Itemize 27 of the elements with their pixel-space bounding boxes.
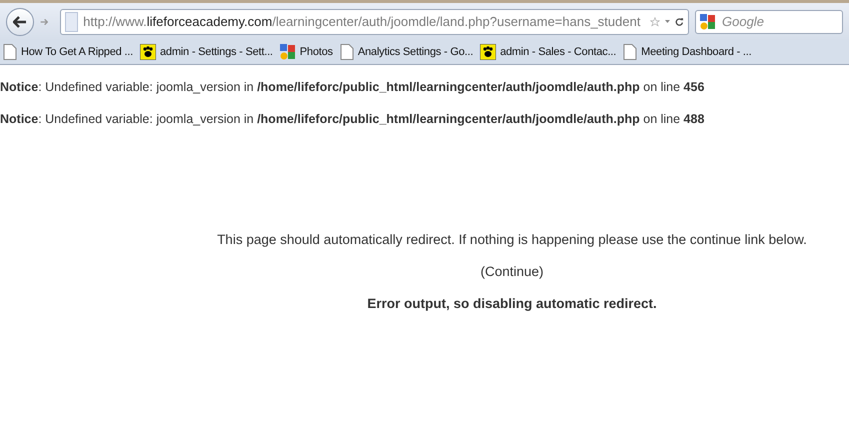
continue-link[interactable]: (Continue) xyxy=(480,264,544,279)
paw-icon xyxy=(480,44,496,60)
url-text: http://www.lifeforceacademy.com/learningcenter/auth/joomdle/land.php?username=hans_student xyxy=(83,14,640,29)
google-icon xyxy=(280,44,296,60)
bookmark-item[interactable]: Analytics Settings - Go... xyxy=(358,46,474,58)
forward-arrow-icon xyxy=(40,16,48,26)
site-icon xyxy=(65,12,78,32)
notice-message: Notice: Undefined variable: joomla_version in /home/lifeforc/public_html/learningcenter/auth/joomdle/auth.php on line 488 xyxy=(0,111,706,128)
redirect-message: This page should automatically redirect. If nothing is happening please use the continue link below. xyxy=(217,232,807,247)
search-field[interactable]: Google xyxy=(695,10,843,34)
address-bar[interactable]: http://www.lifeforceacademy.com/learningcenter/auth/joomdle/land.php?username=hans_student xyxy=(60,8,689,34)
page-icon xyxy=(623,44,638,60)
page-icon xyxy=(3,44,17,60)
search-input[interactable]: Google xyxy=(720,13,824,30)
back-arrow-icon xyxy=(13,16,27,28)
bookmark-item[interactable]: Photos xyxy=(300,46,333,58)
google-icon xyxy=(700,14,716,30)
error-message: Error output, so disabling automatic redirect. xyxy=(367,296,657,311)
notice-message: Notice: Undefined variable: joomla_version in /home/lifeforc/public_html/learningcenter/auth/joomdle/auth.php on line 456 xyxy=(0,79,706,96)
paw-icon xyxy=(140,44,156,60)
bookmark-item[interactable]: admin - Settings - Sett... xyxy=(160,46,273,58)
page-icon xyxy=(340,44,354,60)
bookmark-item[interactable]: How To Get A Ripped ... xyxy=(21,46,133,58)
dropdown-icon[interactable] xyxy=(665,19,670,24)
bookmark-item[interactable]: Meeting Dashboard - ... xyxy=(641,46,752,58)
back-button[interactable] xyxy=(6,8,34,36)
bookmark-item[interactable]: admin - Sales - Contac... xyxy=(500,46,616,58)
